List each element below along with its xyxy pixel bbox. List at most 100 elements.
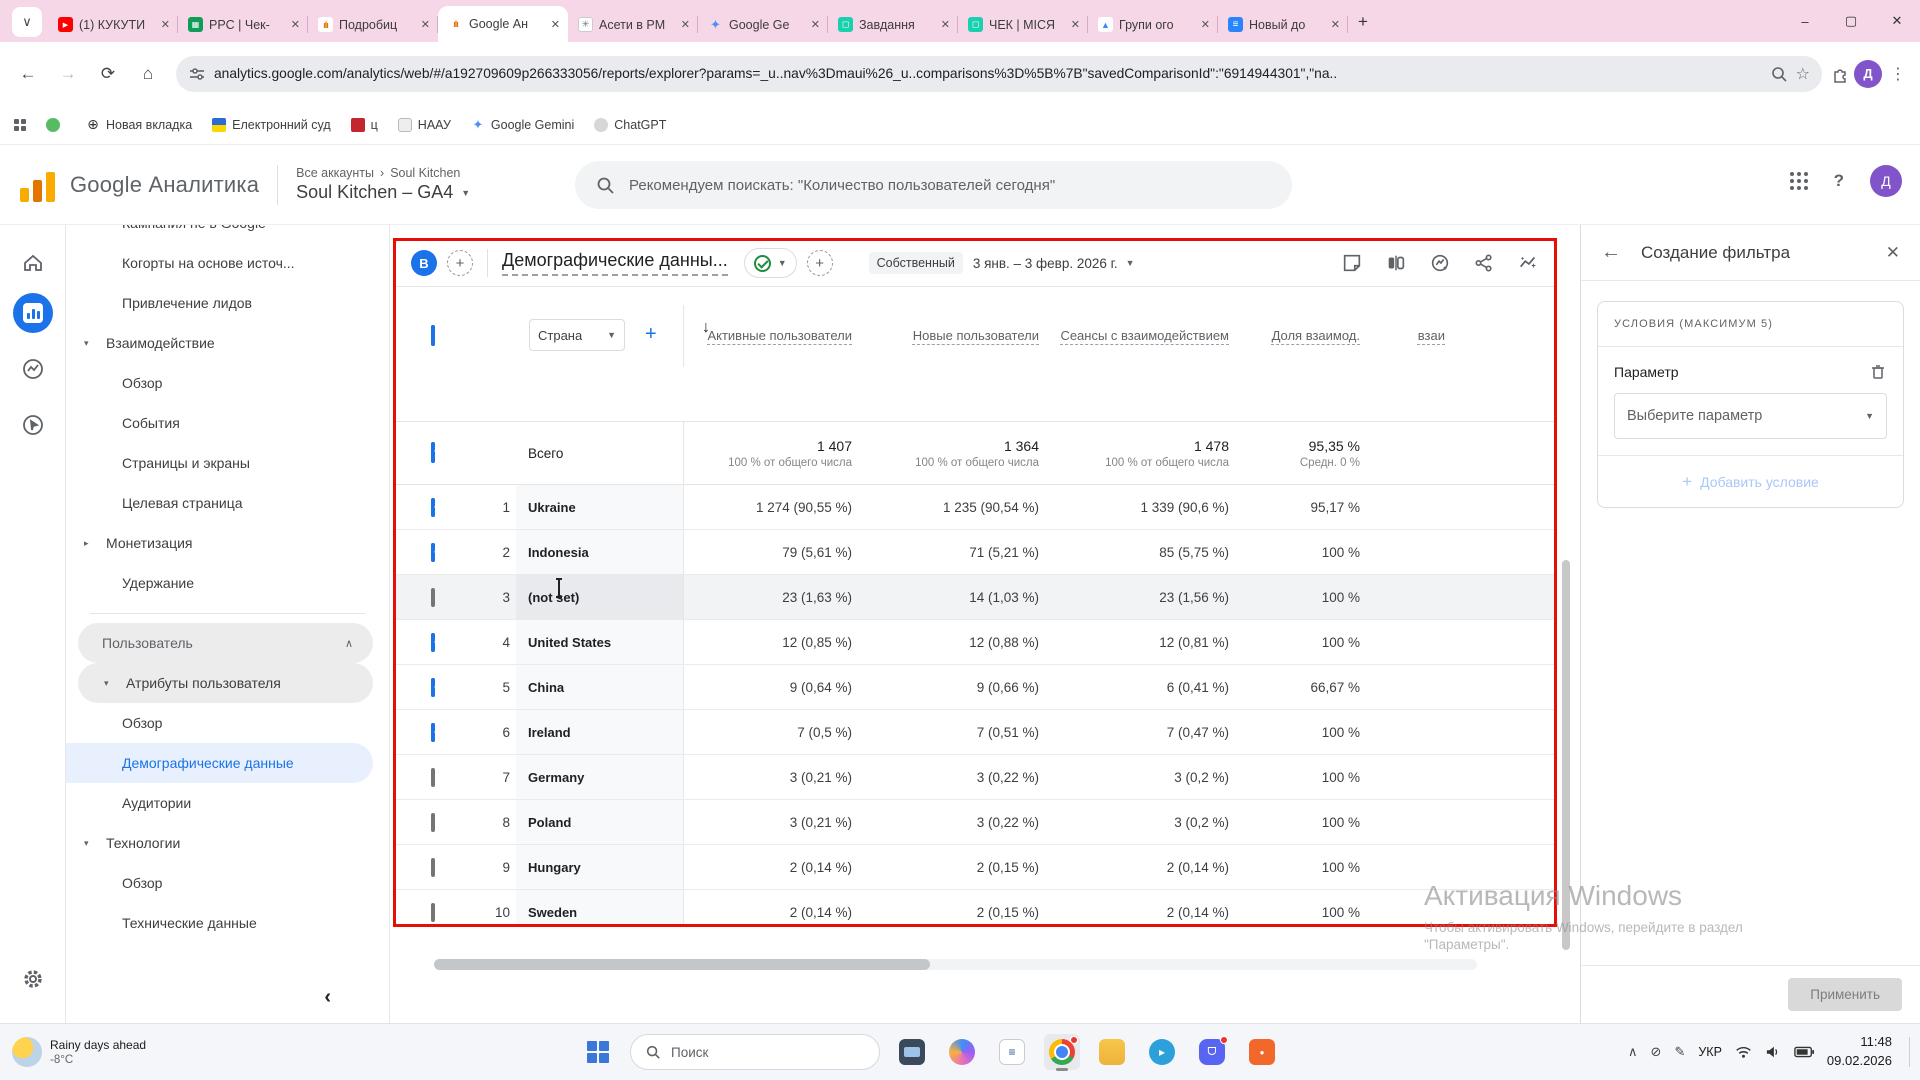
maximize-button[interactable]: ▢ bbox=[1828, 0, 1874, 42]
tab-close-icon[interactable]: ✕ bbox=[1069, 16, 1082, 33]
start-button[interactable] bbox=[580, 1034, 616, 1070]
tab-search-button[interactable]: ∨ bbox=[12, 7, 42, 37]
language-indicator[interactable]: УКР bbox=[1698, 1045, 1722, 1059]
table-row[interactable]: 8 Poland 3 (0,21 %) 3 (0,22 %) 3 (0,2 %)… bbox=[395, 800, 1555, 845]
sidebar-item[interactable]: Обзор bbox=[66, 863, 373, 903]
browser-tab[interactable]: Новый до ✕ bbox=[1218, 7, 1348, 42]
add-comparison-button[interactable]: + bbox=[447, 250, 473, 276]
property-name[interactable]: Soul Kitchen – GA4 bbox=[296, 182, 453, 203]
breadcrumb-current[interactable]: Soul Kitchen bbox=[390, 166, 460, 180]
browser-tab[interactable]: Google Ан ✕ bbox=[438, 6, 568, 42]
sidebar-item[interactable]: ▾ Атрибуты пользователя bbox=[78, 663, 373, 703]
row-checkbox[interactable] bbox=[431, 723, 435, 742]
do-not-disturb-icon[interactable]: ⊘ bbox=[1651, 1044, 1662, 1060]
table-row[interactable]: 5 China 9 (0,64 %) 9 (0,66 %) 6 (0,41 %)… bbox=[395, 665, 1555, 710]
tab-close-icon[interactable]: ✕ bbox=[1199, 16, 1212, 33]
row-checkbox[interactable] bbox=[431, 588, 435, 607]
sidebar-item[interactable]: Целевая страница bbox=[66, 483, 373, 523]
column-header-clipped[interactable]: взаи bbox=[1360, 326, 1555, 346]
clock[interactable]: 11:48 09.02.2026 bbox=[1827, 1033, 1892, 1071]
row-checkbox[interactable] bbox=[431, 678, 435, 697]
bookmark-item[interactable]: Google Gemini bbox=[471, 118, 574, 132]
bookmark-item[interactable]: ц bbox=[351, 118, 378, 132]
new-tab-button[interactable]: + bbox=[1358, 12, 1368, 32]
table-row[interactable]: 7 Germany 3 (0,21 %) 3 (0,22 %) 3 (0,2 %… bbox=[395, 755, 1555, 800]
minimize-button[interactable]: – bbox=[1782, 0, 1828, 42]
browser-tab[interactable]: Завдання ✕ bbox=[828, 7, 958, 42]
column-header-new-users[interactable]: Новые пользователи bbox=[852, 326, 1039, 346]
ga-search-bar[interactable]: Рекомендуем поискать: "Количество пользо… bbox=[575, 161, 1292, 209]
browser-tab[interactable]: Google Ge ✕ bbox=[698, 7, 828, 42]
zoom-icon[interactable] bbox=[1770, 65, 1788, 83]
tab-close-icon[interactable]: ✕ bbox=[809, 16, 822, 33]
site-settings-icon[interactable] bbox=[188, 65, 206, 83]
sidebar-item[interactable]: ▾ Технологии bbox=[66, 823, 373, 863]
date-range-picker[interactable]: 3 янв. – 3 февр. 2026 г. ▼ bbox=[973, 256, 1135, 271]
explorer-button[interactable] bbox=[1094, 1034, 1130, 1070]
row-checkbox[interactable] bbox=[431, 903, 435, 922]
vertical-scrollbar[interactable] bbox=[1562, 560, 1570, 950]
table-row[interactable]: 9 Hungary 2 (0,14 %) 2 (0,15 %) 2 (0,14 … bbox=[395, 845, 1555, 890]
sidebar-item[interactable]: Страницы и экраны bbox=[66, 443, 373, 483]
add-metric-button[interactable]: + bbox=[807, 250, 833, 276]
ga-apps-grid-icon[interactable] bbox=[1790, 172, 1808, 190]
close-icon[interactable]: ✕ bbox=[1886, 243, 1900, 263]
browser-tab[interactable]: Групи ого ✕ bbox=[1088, 7, 1218, 42]
parameter-select[interactable]: Выберите параметр ▼ bbox=[1614, 393, 1887, 439]
row-checkbox[interactable] bbox=[431, 858, 435, 877]
url-text[interactable]: analytics.google.com/analytics/web/#/a19… bbox=[214, 66, 1762, 81]
note-icon[interactable] bbox=[1341, 252, 1363, 274]
totals-checkbox[interactable] bbox=[431, 442, 435, 463]
browser-tab[interactable]: Асети в PM ✕ bbox=[568, 7, 698, 42]
close-button[interactable]: ✕ bbox=[1874, 0, 1920, 42]
sidebar-item[interactable]: ▾ Взаимодействие bbox=[66, 323, 373, 363]
tab-close-icon[interactable]: ✕ bbox=[159, 16, 172, 33]
add-condition-button[interactable]: + Добавить условие bbox=[1598, 455, 1903, 507]
add-dimension-button[interactable]: + bbox=[645, 323, 657, 346]
tab-close-icon[interactable]: ✕ bbox=[939, 16, 952, 33]
word-button[interactable] bbox=[994, 1034, 1030, 1070]
row-checkbox[interactable] bbox=[431, 543, 435, 562]
wifi-icon[interactable] bbox=[1735, 1045, 1752, 1059]
pen-icon[interactable]: ✎ bbox=[1674, 1044, 1685, 1060]
sidebar-item[interactable]: Аудитории bbox=[66, 783, 373, 823]
tab-close-icon[interactable]: ✕ bbox=[419, 16, 432, 33]
table-row[interactable]: 6 Ireland 7 (0,5 %) 7 (0,51 %) 7 (0,47 %… bbox=[395, 710, 1555, 755]
expand-arrow-icon[interactable]: ▾ bbox=[84, 838, 98, 849]
sidebar-item[interactable]: Технические данные bbox=[66, 903, 373, 943]
weather-widget[interactable]: Rainy days ahead -8°C bbox=[0, 1037, 230, 1067]
volume-icon[interactable] bbox=[1765, 1045, 1781, 1059]
tab-close-icon[interactable]: ✕ bbox=[1329, 16, 1342, 33]
column-header-sessions[interactable]: Сеансы с взаимодействием bbox=[1039, 326, 1229, 346]
back-button[interactable]: ← bbox=[10, 56, 46, 92]
column-header-share[interactable]: Доля взаимод. bbox=[1229, 326, 1360, 346]
breadcrumb-root[interactable]: Все аккаунты bbox=[296, 166, 374, 180]
sidebar-item[interactable]: Кампания не в Google bbox=[66, 225, 373, 243]
insights-icon[interactable] bbox=[1429, 252, 1451, 274]
select-all-checkbox[interactable] bbox=[431, 325, 435, 346]
tab-close-icon[interactable]: ✕ bbox=[679, 16, 692, 33]
dimension-check-pill[interactable]: ▼ bbox=[744, 248, 797, 278]
row-checkbox[interactable] bbox=[431, 498, 435, 517]
collapse-nav-icon[interactable]: ‹ bbox=[324, 986, 331, 1009]
spark-icon[interactable] bbox=[1517, 252, 1539, 274]
back-arrow-icon[interactable]: ← bbox=[1601, 241, 1621, 264]
ga-avatar[interactable]: Д bbox=[1870, 165, 1902, 197]
extensions-icon[interactable] bbox=[1832, 65, 1850, 83]
browser-tab[interactable]: ЧЕК | МІСЯ ✕ bbox=[958, 7, 1088, 42]
show-desktop-button[interactable] bbox=[1909, 1037, 1910, 1067]
discord-button[interactable] bbox=[1194, 1034, 1230, 1070]
browser-tab[interactable]: Подробиц ✕ bbox=[308, 7, 438, 42]
apply-button[interactable]: Применить bbox=[1788, 978, 1902, 1011]
tray-expand-icon[interactable]: ∧ bbox=[1628, 1044, 1638, 1060]
share-icon[interactable] bbox=[1473, 252, 1495, 274]
dimension-select[interactable]: Страна ▼ bbox=[529, 319, 625, 351]
scrollbar-thumb[interactable] bbox=[434, 959, 930, 970]
browser-tab[interactable]: (1) КУКУТИ ✕ bbox=[48, 7, 178, 42]
sidebar-item[interactable]: Обзор bbox=[66, 363, 373, 403]
forward-button[interactable]: → bbox=[50, 56, 86, 92]
telegram-button[interactable] bbox=[1144, 1034, 1180, 1070]
table-row[interactable]: 4 United States 12 (0,85 %) 12 (0,88 %) … bbox=[395, 620, 1555, 665]
taskbar-search[interactable]: Поиск bbox=[630, 1034, 880, 1070]
advertising-icon[interactable] bbox=[13, 405, 53, 445]
